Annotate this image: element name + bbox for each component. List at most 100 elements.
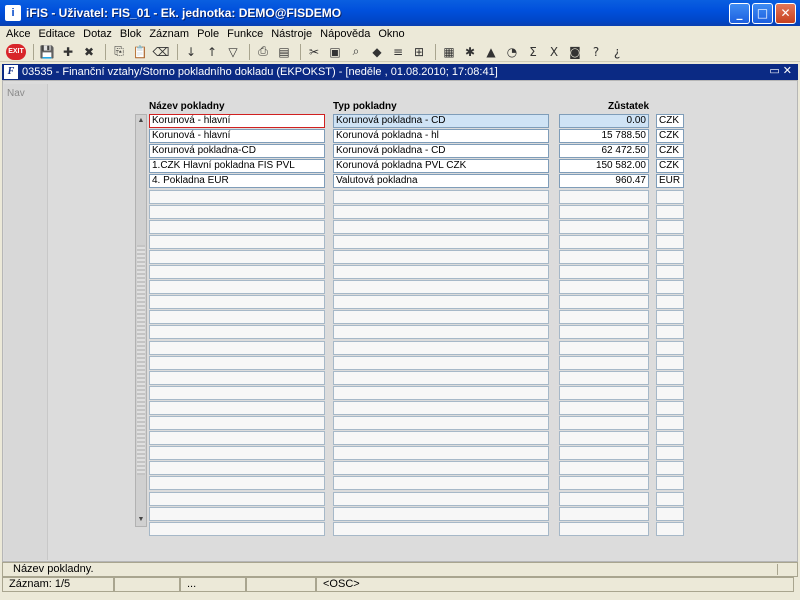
- print-preview-icon[interactable]: ▤: [275, 43, 293, 61]
- cell-name[interactable]: [149, 295, 325, 309]
- cell-balance[interactable]: [559, 295, 649, 309]
- cell-balance[interactable]: [559, 446, 649, 460]
- cell-type[interactable]: [333, 386, 549, 400]
- cell-currency[interactable]: [656, 235, 684, 249]
- cell-type[interactable]: [333, 371, 549, 385]
- cell-type[interactable]: Korunová pokladna PVL CZK: [333, 159, 549, 173]
- cell-name[interactable]: [149, 280, 325, 294]
- cell-currency[interactable]: EUR: [656, 174, 684, 188]
- cell-name[interactable]: 1.CZK Hlavní pokladna FIS PVL: [149, 159, 325, 173]
- cell-name[interactable]: Korunová - hlavní: [149, 114, 325, 128]
- menu-akce[interactable]: Akce: [6, 28, 30, 40]
- cell-balance[interactable]: 62 472.50: [559, 144, 649, 158]
- tools-icon[interactable]: ✱: [461, 43, 479, 61]
- maximize-button[interactable]: □: [752, 3, 773, 24]
- cell-type[interactable]: [333, 401, 549, 415]
- cell-name[interactable]: 4. Pokladna EUR: [149, 174, 325, 188]
- cell-name[interactable]: [149, 492, 325, 506]
- grid-scrollbar[interactable]: ▲ ▼: [135, 114, 147, 527]
- menu-zaznam[interactable]: Záznam: [149, 28, 189, 40]
- cell-balance[interactable]: [559, 492, 649, 506]
- cell-type[interactable]: [333, 205, 549, 219]
- chart-icon[interactable]: ▲: [482, 43, 500, 61]
- cell-type[interactable]: [333, 356, 549, 370]
- cell-balance[interactable]: [559, 190, 649, 204]
- cell-balance[interactable]: [559, 476, 649, 490]
- menu-blok[interactable]: Blok: [120, 28, 141, 40]
- menu-nastroje[interactable]: Nástroje: [271, 28, 312, 40]
- sort-asc-icon[interactable]: ↓: [182, 43, 200, 61]
- cell-currency[interactable]: [656, 401, 684, 415]
- cell-name[interactable]: [149, 356, 325, 370]
- sort-desc-icon[interactable]: ↑: [203, 43, 221, 61]
- cell-currency[interactable]: [656, 220, 684, 234]
- menu-pole[interactable]: Pole: [197, 28, 219, 40]
- cell-type[interactable]: [333, 507, 549, 521]
- cell-type[interactable]: [333, 190, 549, 204]
- export-icon[interactable]: ◙: [566, 43, 584, 61]
- cell-type[interactable]: [333, 265, 549, 279]
- menu-okno[interactable]: Okno: [378, 28, 404, 40]
- cell-type[interactable]: [333, 416, 549, 430]
- cell-balance[interactable]: [559, 205, 649, 219]
- cell-currency[interactable]: [656, 325, 684, 339]
- cell-type[interactable]: [333, 446, 549, 460]
- scroll-down-icon[interactable]: ▼: [136, 515, 146, 525]
- cell-name[interactable]: [149, 310, 325, 324]
- cell-name[interactable]: [149, 416, 325, 430]
- cell-type[interactable]: [333, 476, 549, 490]
- cell-currency[interactable]: [656, 492, 684, 506]
- sum-icon[interactable]: Σ: [524, 43, 542, 61]
- cell-currency[interactable]: [656, 205, 684, 219]
- cell-balance[interactable]: [559, 265, 649, 279]
- nav-label[interactable]: Nav: [7, 88, 25, 99]
- whats-this-icon[interactable]: ¿: [608, 43, 626, 61]
- cell-balance[interactable]: [559, 250, 649, 264]
- menu-napoveda[interactable]: Nápověda: [320, 28, 370, 40]
- cell-balance[interactable]: [559, 401, 649, 415]
- cell-currency[interactable]: [656, 341, 684, 355]
- cell-balance[interactable]: [559, 280, 649, 294]
- cell-currency[interactable]: [656, 280, 684, 294]
- new-record-icon[interactable]: ✚: [59, 43, 77, 61]
- cell-currency[interactable]: [656, 371, 684, 385]
- cell-name[interactable]: [149, 371, 325, 385]
- cell-type[interactable]: [333, 492, 549, 506]
- cell-currency[interactable]: [656, 295, 684, 309]
- cell-balance[interactable]: [559, 310, 649, 324]
- cell-balance[interactable]: [559, 386, 649, 400]
- cell-type[interactable]: [333, 341, 549, 355]
- cell-type[interactable]: Korunová pokladna - CD: [333, 114, 549, 128]
- cell-name[interactable]: [149, 341, 325, 355]
- cell-currency[interactable]: [656, 416, 684, 430]
- cell-type[interactable]: [333, 295, 549, 309]
- cell-balance[interactable]: [559, 341, 649, 355]
- cell-name[interactable]: [149, 522, 325, 536]
- cell-type[interactable]: Korunová pokladna - CD: [333, 144, 549, 158]
- clear-block-icon[interactable]: ⌫: [152, 43, 170, 61]
- cell-name[interactable]: Korunová - hlavní: [149, 129, 325, 143]
- cell-balance[interactable]: [559, 235, 649, 249]
- cell-currency[interactable]: [656, 310, 684, 324]
- first-icon[interactable]: ◆: [368, 43, 386, 61]
- menu-dotaz[interactable]: Dotaz: [83, 28, 112, 40]
- cell-type[interactable]: [333, 325, 549, 339]
- cell-name[interactable]: [149, 446, 325, 460]
- excel-icon[interactable]: X: [545, 43, 563, 61]
- cell-balance[interactable]: [559, 220, 649, 234]
- scroll-thumb[interactable]: [137, 245, 145, 475]
- cell-balance[interactable]: 150 582.00: [559, 159, 649, 173]
- delete-record-icon[interactable]: ✖: [80, 43, 98, 61]
- cell-type[interactable]: [333, 220, 549, 234]
- close-button[interactable]: ✕: [775, 3, 796, 24]
- cell-type[interactable]: [333, 280, 549, 294]
- cell-balance[interactable]: [559, 325, 649, 339]
- cell-balance[interactable]: 0.00: [559, 114, 649, 128]
- scroll-up-icon[interactable]: ▲: [136, 116, 146, 126]
- cell-type[interactable]: [333, 461, 549, 475]
- calculator-icon[interactable]: ▦: [440, 43, 458, 61]
- cell-name[interactable]: [149, 250, 325, 264]
- cell-type[interactable]: [333, 250, 549, 264]
- cell-name[interactable]: [149, 220, 325, 234]
- cell-currency[interactable]: [656, 265, 684, 279]
